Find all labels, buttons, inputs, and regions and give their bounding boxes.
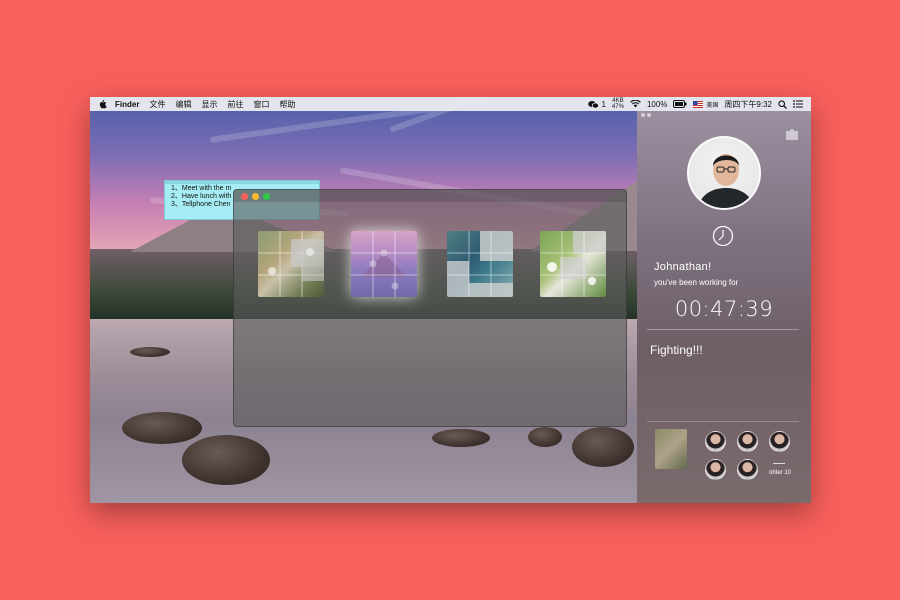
- working-label: you've been working for: [654, 278, 739, 287]
- puzzle-window[interactable]: [233, 189, 627, 427]
- wifi-icon[interactable]: [630, 100, 641, 108]
- panel-window-controls[interactable]: [641, 113, 653, 117]
- friend-avatar[interactable]: [705, 431, 726, 452]
- menu-finder[interactable]: Finder: [115, 100, 139, 109]
- divider: [773, 463, 785, 464]
- zoom-button[interactable]: [263, 192, 270, 200]
- network-stats[interactable]: 4KB 47%: [612, 98, 624, 110]
- menu-view[interactable]: 显示: [201, 99, 217, 110]
- recent-puzzle-thumbnail[interactable]: [655, 429, 687, 469]
- clock-icon: [712, 225, 734, 247]
- puzzle-3[interactable]: [447, 231, 513, 297]
- friend-avatar[interactable]: [737, 459, 758, 480]
- desktop-screen: Finder 文件 编辑 显示 前往 窗口 帮助 1 4KB 47% 100%: [90, 97, 811, 503]
- menu-file[interactable]: 文件: [149, 99, 165, 110]
- battery-icon[interactable]: [673, 100, 687, 108]
- menu-help[interactable]: 帮助: [279, 99, 295, 110]
- close-button[interactable]: [241, 192, 248, 200]
- focus-panel: Johnathan! you've been working for 00:47…: [637, 111, 811, 503]
- puzzle-1[interactable]: [258, 231, 324, 297]
- puzzle-piece-icon[interactable]: [785, 127, 799, 141]
- friend-avatar[interactable]: [737, 431, 758, 452]
- minimize-button[interactable]: [252, 192, 259, 200]
- sticky-titlebar[interactable]: [165, 181, 319, 184]
- menu-clock[interactable]: 周四下午9:32: [724, 99, 772, 110]
- puzzle-4[interactable]: [540, 231, 606, 297]
- other-friends-count[interactable]: ohter 10: [769, 470, 791, 476]
- menu-window[interactable]: 窗口: [253, 99, 269, 110]
- window-titlebar[interactable]: [234, 190, 626, 202]
- notification-center-icon[interactable]: [793, 100, 803, 108]
- menu-edit[interactable]: 编辑: [175, 99, 191, 110]
- friend-avatar[interactable]: [769, 431, 790, 452]
- motivation-message[interactable]: Fighting!!!: [650, 343, 703, 357]
- input-source: 美国: [706, 102, 719, 109]
- work-timer: 00:47:39: [674, 297, 774, 321]
- battery-percent: 100%: [646, 99, 668, 109]
- net-count: 1: [601, 99, 606, 109]
- puzzle-2[interactable]: [351, 231, 417, 297]
- username-greeting: Johnathan!: [654, 261, 712, 273]
- menu-go[interactable]: 前往: [227, 99, 243, 110]
- divider: [647, 329, 799, 330]
- spotlight-icon[interactable]: [778, 99, 787, 109]
- wechat-icon[interactable]: 1: [588, 99, 606, 109]
- us-flag-icon[interactable]: 美国: [693, 100, 718, 109]
- friend-avatar[interactable]: [705, 459, 726, 480]
- avatar[interactable]: [687, 136, 761, 210]
- apple-icon[interactable]: [98, 99, 107, 109]
- menu-bar: Finder 文件 编辑 显示 前往 窗口 帮助 1 4KB 47% 100%: [90, 97, 811, 111]
- divider: [647, 421, 799, 422]
